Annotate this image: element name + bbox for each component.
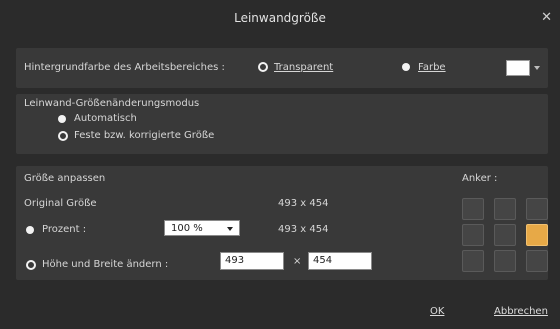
color-option-label[interactable]: Farbe xyxy=(418,62,446,73)
anchor-center[interactable] xyxy=(494,224,516,246)
percent-select[interactable]: 100 % xyxy=(164,220,240,236)
background-color-panel: Hintergrundfarbe des Arbeitsbereiches : … xyxy=(16,48,548,88)
anchor-middle-right[interactable] xyxy=(526,224,548,246)
original-size-value: 493 x 454 xyxy=(278,198,329,209)
title-bar: Leinwandgröße ✕ xyxy=(0,0,560,36)
anchor-label: Anker : xyxy=(462,173,498,184)
transparent-option-label[interactable]: Transparent xyxy=(274,62,333,73)
anchor-bottom-right[interactable] xyxy=(526,250,548,272)
anchor-top-center[interactable] xyxy=(494,198,516,220)
original-size-label: Original Größe xyxy=(24,198,97,209)
anchor-bottom-center[interactable] xyxy=(494,250,516,272)
size-heading: Größe anpassen xyxy=(24,173,106,184)
ok-button[interactable]: OK xyxy=(430,306,444,317)
close-icon[interactable]: ✕ xyxy=(541,10,552,25)
background-color-label: Hintergrundfarbe des Arbeitsbereiches : xyxy=(24,62,225,73)
fixed-size-radio[interactable] xyxy=(58,131,68,141)
color-radio[interactable] xyxy=(402,63,410,71)
anchor-top-right[interactable] xyxy=(526,198,548,220)
resize-mode-panel: Leinwand-Größenänderungsmodus Automatisc… xyxy=(16,94,548,154)
color-swatch[interactable] xyxy=(506,60,530,76)
times-sign: × xyxy=(293,256,302,267)
resize-mode-heading: Leinwand-Größenänderungsmodus xyxy=(24,98,200,109)
chevron-down-icon xyxy=(227,227,233,231)
automatic-option-label[interactable]: Automatisch xyxy=(74,113,137,124)
transparent-radio[interactable] xyxy=(258,62,268,72)
percent-result-value: 493 x 454 xyxy=(278,224,329,235)
cancel-button[interactable]: Abbrechen xyxy=(494,306,548,317)
anchor-middle-left[interactable] xyxy=(462,224,484,246)
percent-radio[interactable] xyxy=(26,226,34,234)
anchor-bottom-left[interactable] xyxy=(462,250,484,272)
height-input[interactable]: 454 xyxy=(308,252,372,270)
window-title: Leinwandgröße xyxy=(234,11,326,25)
size-panel: Größe anpassen Original Größe 493 x 454 … xyxy=(16,166,548,280)
height-width-radio[interactable] xyxy=(26,260,36,270)
anchor-top-left[interactable] xyxy=(462,198,484,220)
chevron-down-icon[interactable] xyxy=(534,66,540,70)
width-input[interactable]: 493 xyxy=(220,252,284,270)
automatic-radio[interactable] xyxy=(58,115,66,123)
percent-label[interactable]: Prozent : xyxy=(42,224,86,235)
percent-select-value: 100 % xyxy=(171,223,203,234)
fixed-size-option-label[interactable]: Feste bzw. korrigierte Größe xyxy=(74,130,214,141)
height-width-label[interactable]: Höhe und Breite ändern : xyxy=(42,259,168,270)
